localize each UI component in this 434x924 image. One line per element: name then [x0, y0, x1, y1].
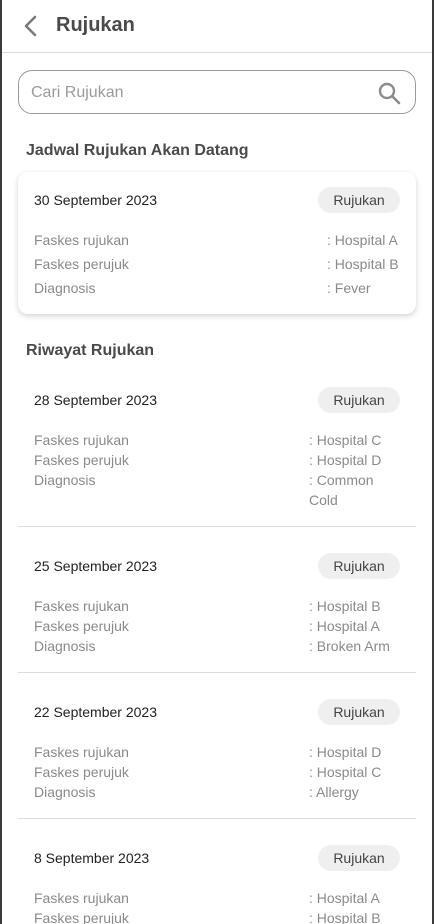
app-header: Rujukan — [2, 0, 432, 53]
field-label: Faskes rujukan — [34, 890, 129, 906]
field-label: Faskes perujuk — [34, 256, 129, 272]
history-referral-card[interactable]: 8 September 2023 Rujukan Faskes rujukan … — [18, 830, 416, 924]
search-bar — [18, 70, 416, 114]
field-label: Faskes rujukan — [34, 744, 129, 760]
referral-date: 25 September 2023 — [34, 558, 157, 574]
field-value: : Hospital B — [327, 256, 399, 272]
rujukan-badge[interactable]: Rujukan — [318, 187, 400, 213]
field-value: : Hospital D — [309, 744, 382, 760]
field-value: : Hospital A — [327, 232, 398, 248]
field-value: : Allergy — [309, 784, 359, 800]
search-icon[interactable] — [377, 81, 401, 105]
referral-date: 30 September 2023 — [34, 192, 157, 208]
field-label: Faskes perujuk — [34, 910, 129, 924]
field-value: : Hospital C — [309, 764, 382, 780]
field-value: : Fever — [327, 280, 371, 296]
field-label: Diagnosis — [34, 280, 96, 296]
upcoming-referral-card[interactable]: 30 September 2023 Rujukan Faskes rujukan… — [18, 172, 416, 314]
upcoming-section-title: Jadwal Rujukan Akan Datang — [26, 142, 249, 159]
field-label: Faskes perujuk — [34, 618, 129, 634]
history-referral-card[interactable]: 25 September 2023 Rujukan Faskes rujukan… — [18, 538, 416, 673]
field-label: Faskes rujukan — [34, 432, 129, 448]
referral-date: 22 September 2023 — [34, 704, 157, 720]
field-value: : Hospital B — [309, 910, 381, 924]
field-value: : Hospital A — [309, 890, 380, 906]
referral-date: 8 September 2023 — [34, 850, 150, 866]
field-value: : Hospital B — [309, 598, 381, 614]
history-section-title: Riwayat Rujukan — [26, 342, 155, 359]
field-value: : Hospital D — [309, 452, 382, 468]
back-arrow-icon[interactable] — [20, 13, 42, 39]
rujukan-badge[interactable]: Rujukan — [318, 553, 400, 579]
field-label: Faskes rujukan — [34, 598, 129, 614]
search-input[interactable] — [31, 81, 361, 105]
app-screen: Rujukan Jadwal Rujukan Akan Datang 30 Se… — [2, 0, 432, 924]
rujukan-badge[interactable]: Rujukan — [318, 699, 400, 725]
history-referral-card[interactable]: 28 September 2023 Rujukan Faskes rujukan… — [18, 372, 416, 527]
field-value-continued: Cold — [309, 492, 338, 508]
page-title: Rujukan — [56, 14, 135, 36]
field-label: Diagnosis — [34, 638, 96, 654]
field-label: Faskes perujuk — [34, 764, 129, 780]
field-label: Diagnosis — [34, 784, 96, 800]
field-value: : Common — [309, 472, 374, 488]
rujukan-badge[interactable]: Rujukan — [318, 387, 400, 413]
history-referral-card[interactable]: 22 September 2023 Rujukan Faskes rujukan… — [18, 684, 416, 819]
referral-date: 28 September 2023 — [34, 392, 157, 408]
field-label: Faskes rujukan — [34, 232, 129, 248]
field-value: : Broken Arm — [309, 638, 390, 654]
field-value: : Hospital A — [309, 618, 380, 634]
field-label: Diagnosis — [34, 472, 96, 488]
field-value: : Hospital C — [309, 432, 382, 448]
rujukan-badge[interactable]: Rujukan — [318, 845, 400, 871]
field-label: Faskes perujuk — [34, 452, 129, 468]
